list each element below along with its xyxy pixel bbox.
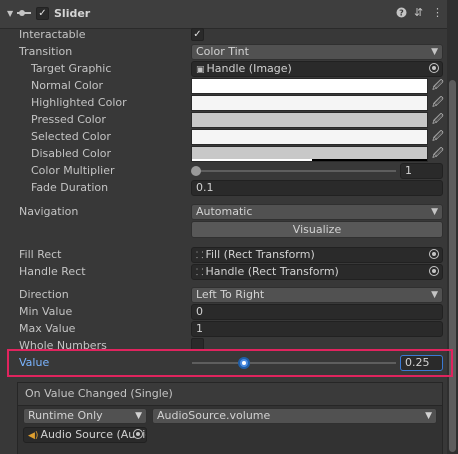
value-input[interactable]: 0.25 — [400, 355, 443, 371]
event-panel: On Value Changed (Single) Runtime Only ▼… — [17, 382, 443, 454]
scrollbar-thumb[interactable] — [449, 80, 456, 452]
slider-component-icon — [17, 8, 31, 16]
interactable-label: Interactable — [19, 28, 86, 41]
selected-color-swatch[interactable] — [191, 129, 428, 145]
component-title: Slider — [54, 7, 91, 20]
transition-dropdown[interactable]: Color Tint ▼ — [191, 44, 443, 60]
navigation-value: Automatic — [196, 205, 253, 218]
max-value-label: Max Value — [19, 322, 76, 335]
function-dropdown[interactable]: AudioSource.volume ▼ — [152, 408, 437, 424]
runtime-dropdown[interactable]: Runtime Only ▼ — [23, 408, 147, 424]
pressed-color-swatch[interactable] — [191, 112, 428, 128]
direction-dropdown[interactable]: Left To Right ▼ — [191, 287, 443, 303]
foldout-arrow-icon[interactable]: ▼ — [7, 8, 13, 20]
help-icon[interactable]: ? — [396, 7, 407, 21]
handle-rect-field[interactable]: ⸬ Handle (Rect Transform) — [191, 264, 443, 280]
fill-rect-field[interactable]: ⸬ Fill (Rect Transform) — [191, 247, 443, 263]
more-options-icon[interactable]: ⋮ — [432, 7, 443, 19]
eyedropper-icon[interactable]: 🖉 — [432, 148, 444, 160]
target-graphic-label: Target Graphic — [31, 62, 112, 75]
object-picker-icon[interactable] — [429, 266, 439, 276]
value-slider-handle[interactable] — [238, 357, 250, 369]
object-picker-icon[interactable] — [429, 249, 439, 259]
color-multiplier-value: 1 — [405, 164, 412, 177]
pressed-color-label: Pressed Color — [31, 113, 106, 126]
transition-label: Transition — [19, 45, 73, 58]
chevron-down-icon: ▼ — [431, 47, 438, 57]
fade-duration-label: Fade Duration — [31, 181, 109, 194]
chevron-down-icon: ▼ — [425, 411, 432, 421]
rect-transform-icon: ⸬ — [196, 268, 204, 278]
chevron-down-icon: ▼ — [135, 411, 142, 421]
fill-rect-label: Fill Rect — [19, 248, 62, 261]
chevron-down-icon: ▼ — [431, 207, 438, 217]
disabled-color-label: Disabled Color — [31, 147, 112, 160]
alpha-bar — [192, 159, 312, 161]
handle-rect-value: Handle (Rect Transform) — [205, 265, 339, 278]
fill-rect-value: Fill (Rect Transform) — [205, 248, 315, 261]
color-multiplier-label: Color Multiplier — [31, 164, 115, 177]
color-multiplier-input[interactable]: 1 — [400, 163, 443, 179]
event-header: On Value Changed (Single) — [18, 383, 442, 406]
eyedropper-icon[interactable]: 🖉 — [432, 131, 444, 143]
value-label: Value — [19, 356, 50, 369]
svg-text:?: ? — [399, 9, 404, 18]
event-header-label: On Value Changed (Single) — [25, 387, 173, 400]
object-picker-icon[interactable] — [133, 429, 143, 439]
component-enabled-checkbox[interactable]: ✓ — [36, 7, 49, 20]
interactable-checkbox[interactable]: ✓ — [191, 28, 204, 41]
highlighted-color-swatch[interactable] — [191, 95, 428, 111]
eyedropper-icon[interactable]: 🖉 — [432, 80, 444, 92]
function-value: AudioSource.volume — [157, 409, 271, 422]
min-value-label: Min Value — [19, 305, 73, 318]
color-multiplier-track[interactable] — [196, 170, 396, 172]
navigation-dropdown[interactable]: Automatic ▼ — [191, 204, 443, 220]
max-value-input[interactable]: 1 — [191, 321, 443, 337]
value-value: 0.25 — [405, 356, 430, 369]
eyedropper-icon[interactable]: 🖉 — [432, 114, 444, 126]
target-graphic-value: Handle (Image) — [206, 62, 292, 75]
direction-label: Direction — [19, 288, 69, 301]
audio-source-icon: ◀) — [28, 431, 39, 441]
chevron-down-icon: ▼ — [431, 290, 438, 300]
value-slider-track[interactable] — [192, 362, 396, 364]
rect-transform-icon: ⸬ — [196, 251, 204, 261]
normal-color-swatch[interactable] — [191, 78, 428, 94]
min-value-input[interactable]: 0 — [191, 304, 443, 320]
eyedropper-icon[interactable]: 🖉 — [432, 97, 444, 109]
event-object-field[interactable]: ◀) Audio Source (Audio — [23, 427, 147, 443]
transition-value: Color Tint — [196, 45, 249, 58]
navigation-label: Navigation — [19, 205, 79, 218]
handle-rect-label: Handle Rect — [19, 265, 86, 278]
selected-color-label: Selected Color — [31, 130, 111, 143]
event-object-value: Audio Source (Audio — [40, 428, 147, 441]
fade-duration-input[interactable]: 0.1 — [191, 180, 443, 196]
value-slider-handle-center — [242, 361, 246, 365]
fade-duration-value: 0.1 — [196, 181, 214, 194]
disabled-color-swatch[interactable] — [191, 146, 428, 162]
min-value-value: 0 — [196, 305, 203, 318]
visualize-button[interactable]: Visualize — [191, 221, 443, 238]
max-value-value: 1 — [196, 322, 203, 335]
direction-value: Left To Right — [196, 288, 265, 301]
component-header: ▼ ✓ Slider ? ⇵ ⋮ — [0, 0, 447, 29]
image-icon: ▣ — [196, 65, 205, 75]
highlighted-color-label: Highlighted Color — [31, 96, 127, 109]
presets-icon[interactable]: ⇵ — [414, 7, 423, 19]
scrollbar-track[interactable] — [447, 0, 458, 454]
normal-color-label: Normal Color — [31, 79, 104, 92]
alpha-bar-remainder — [312, 159, 427, 161]
target-graphic-field[interactable]: ▣ Handle (Image) — [191, 61, 443, 77]
runtime-value: Runtime Only — [28, 409, 103, 422]
color-multiplier-handle[interactable] — [191, 166, 201, 176]
object-picker-icon[interactable] — [429, 63, 439, 73]
